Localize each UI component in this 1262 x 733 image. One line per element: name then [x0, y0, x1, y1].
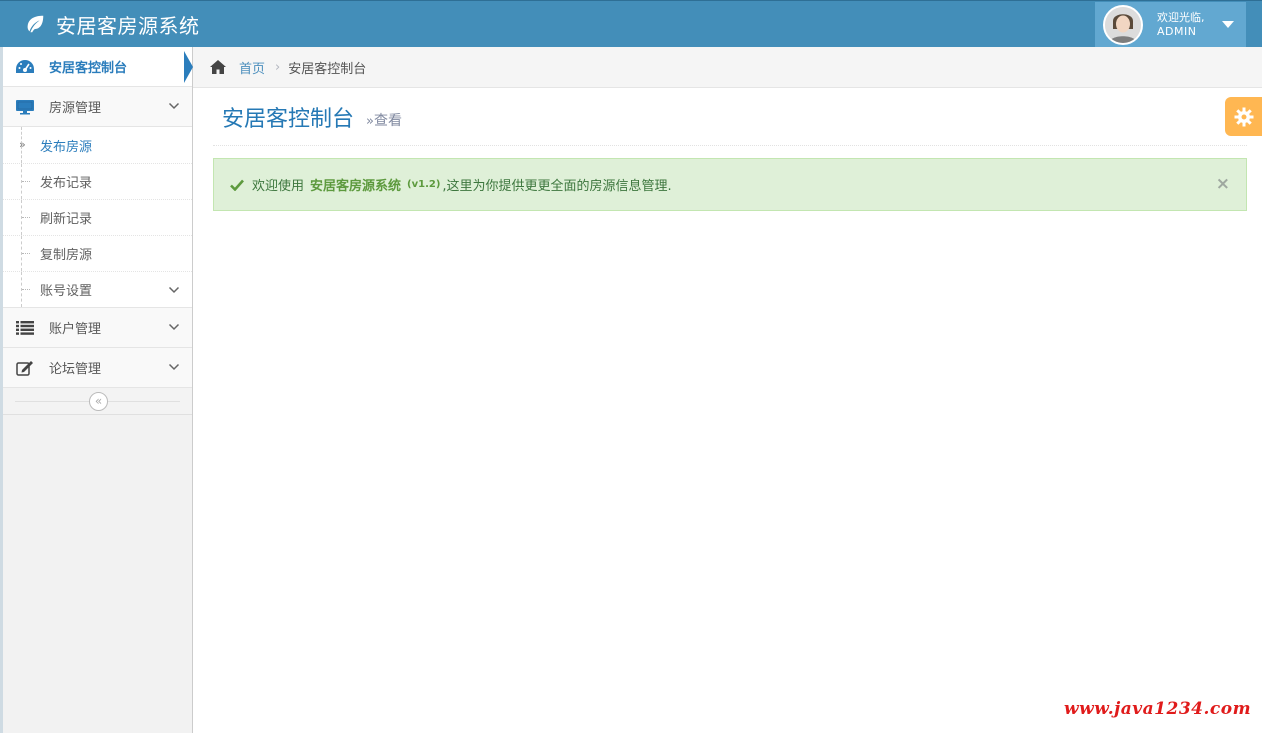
property-submenu: » 发布房源 发布记录 刷新记录 复制房源 账号设置 [3, 127, 192, 308]
check-icon [230, 179, 244, 191]
submenu-item-account-settings[interactable]: 账号设置 [3, 271, 192, 307]
top-navbar: 安居客房源系统 欢迎光临, ADMIN [0, 0, 1262, 47]
caret-down-icon[interactable] [1222, 21, 1234, 28]
welcome-alert: 欢迎使用 安居客房源系统 (v1.2) ,这里为你提供更更全面的房源信息管理. … [213, 158, 1247, 211]
user-welcome: 欢迎光临, [1157, 10, 1205, 24]
sidebar-item-label: 房源管理 [49, 101, 102, 116]
page-title: 安居客控制台 [222, 106, 355, 132]
watermark: www.java1234.com [1064, 699, 1252, 719]
dashboard-icon [15, 57, 35, 77]
page-subtitle-text: 查看 [373, 112, 402, 129]
alert-message: ,这里为你提供更更全面的房源信息管理. [442, 179, 672, 194]
submenu-item-refresh-records[interactable]: 刷新记录 [3, 199, 192, 235]
chevron-down-icon[interactable] [168, 100, 180, 112]
collapse-sidebar-button[interactable]: « [89, 392, 108, 411]
submenu-item-publish[interactable]: » 发布房源 [3, 127, 192, 163]
close-icon[interactable]: × [1216, 174, 1230, 194]
desktop-icon [15, 97, 35, 117]
chevron-down-icon[interactable] [168, 361, 180, 373]
breadcrumb: 首页 › 安居客控制台 [193, 47, 1262, 88]
list-icon [15, 318, 35, 338]
edit-icon [15, 358, 35, 378]
active-indicator [184, 51, 193, 83]
chevron-down-icon[interactable] [168, 321, 180, 333]
sidebar-item-label: 安居客控制台 [49, 61, 128, 76]
alert-version: (v1.2) [407, 179, 441, 190]
home-icon[interactable] [209, 59, 227, 75]
brand[interactable]: 安居客房源系统 [24, 10, 200, 38]
sidebar-item-forum[interactable]: 论坛管理 [3, 348, 192, 388]
submenu-item-copy[interactable]: 复制房源 [3, 235, 192, 271]
leaf-icon [27, 15, 44, 33]
sidebar-item-property[interactable]: 房源管理 [3, 87, 192, 127]
breadcrumb-separator: › [275, 59, 281, 75]
user-menu[interactable]: 欢迎光临, ADMIN [1095, 2, 1246, 47]
sidebar-item-dashboard[interactable]: 安居客控制台 [3, 47, 193, 87]
double-chevron-right-icon: » [366, 113, 374, 129]
submenu-item-label: 刷新记录 [40, 212, 93, 227]
avatar [1103, 4, 1143, 45]
page-header: 安居客控制台 »查看 [213, 88, 1247, 146]
chevron-down-icon[interactable] [168, 284, 180, 296]
breadcrumb-current: 安居客控制台 [288, 61, 367, 77]
alert-app-name: 安居客房源系统 [310, 179, 402, 194]
submenu-item-label: 复制房源 [40, 248, 93, 263]
double-chevron-right-icon: » [19, 138, 26, 151]
settings-button[interactable] [1225, 97, 1262, 136]
submenu-item-publish-records[interactable]: 发布记录 [3, 163, 192, 199]
sidebar-collapse: « [3, 388, 192, 415]
sidebar-item-label: 账户管理 [49, 322, 102, 337]
gear-icon [1234, 107, 1253, 126]
sidebar: 安居客控制台 房源管理 » 发布房源 发布记录 刷新记录 复制房源 账号设置 账… [0, 47, 193, 733]
breadcrumb-home-link[interactable]: 首页 [239, 58, 265, 77]
submenu-item-label: 发布记录 [40, 176, 93, 191]
sidebar-item-accounts[interactable]: 账户管理 [3, 308, 192, 348]
alert-prefix: 欢迎使用 [252, 179, 305, 194]
user-avatar-icon [1105, 6, 1141, 43]
app-title: 安居客房源系统 [56, 13, 200, 38]
page-subtitle: »查看 [366, 110, 402, 130]
submenu-item-label: 发布房源 [40, 139, 93, 155]
user-name: ADMIN [1157, 24, 1197, 38]
submenu-item-label: 账号设置 [40, 284, 93, 299]
sidebar-item-label: 论坛管理 [49, 362, 102, 377]
